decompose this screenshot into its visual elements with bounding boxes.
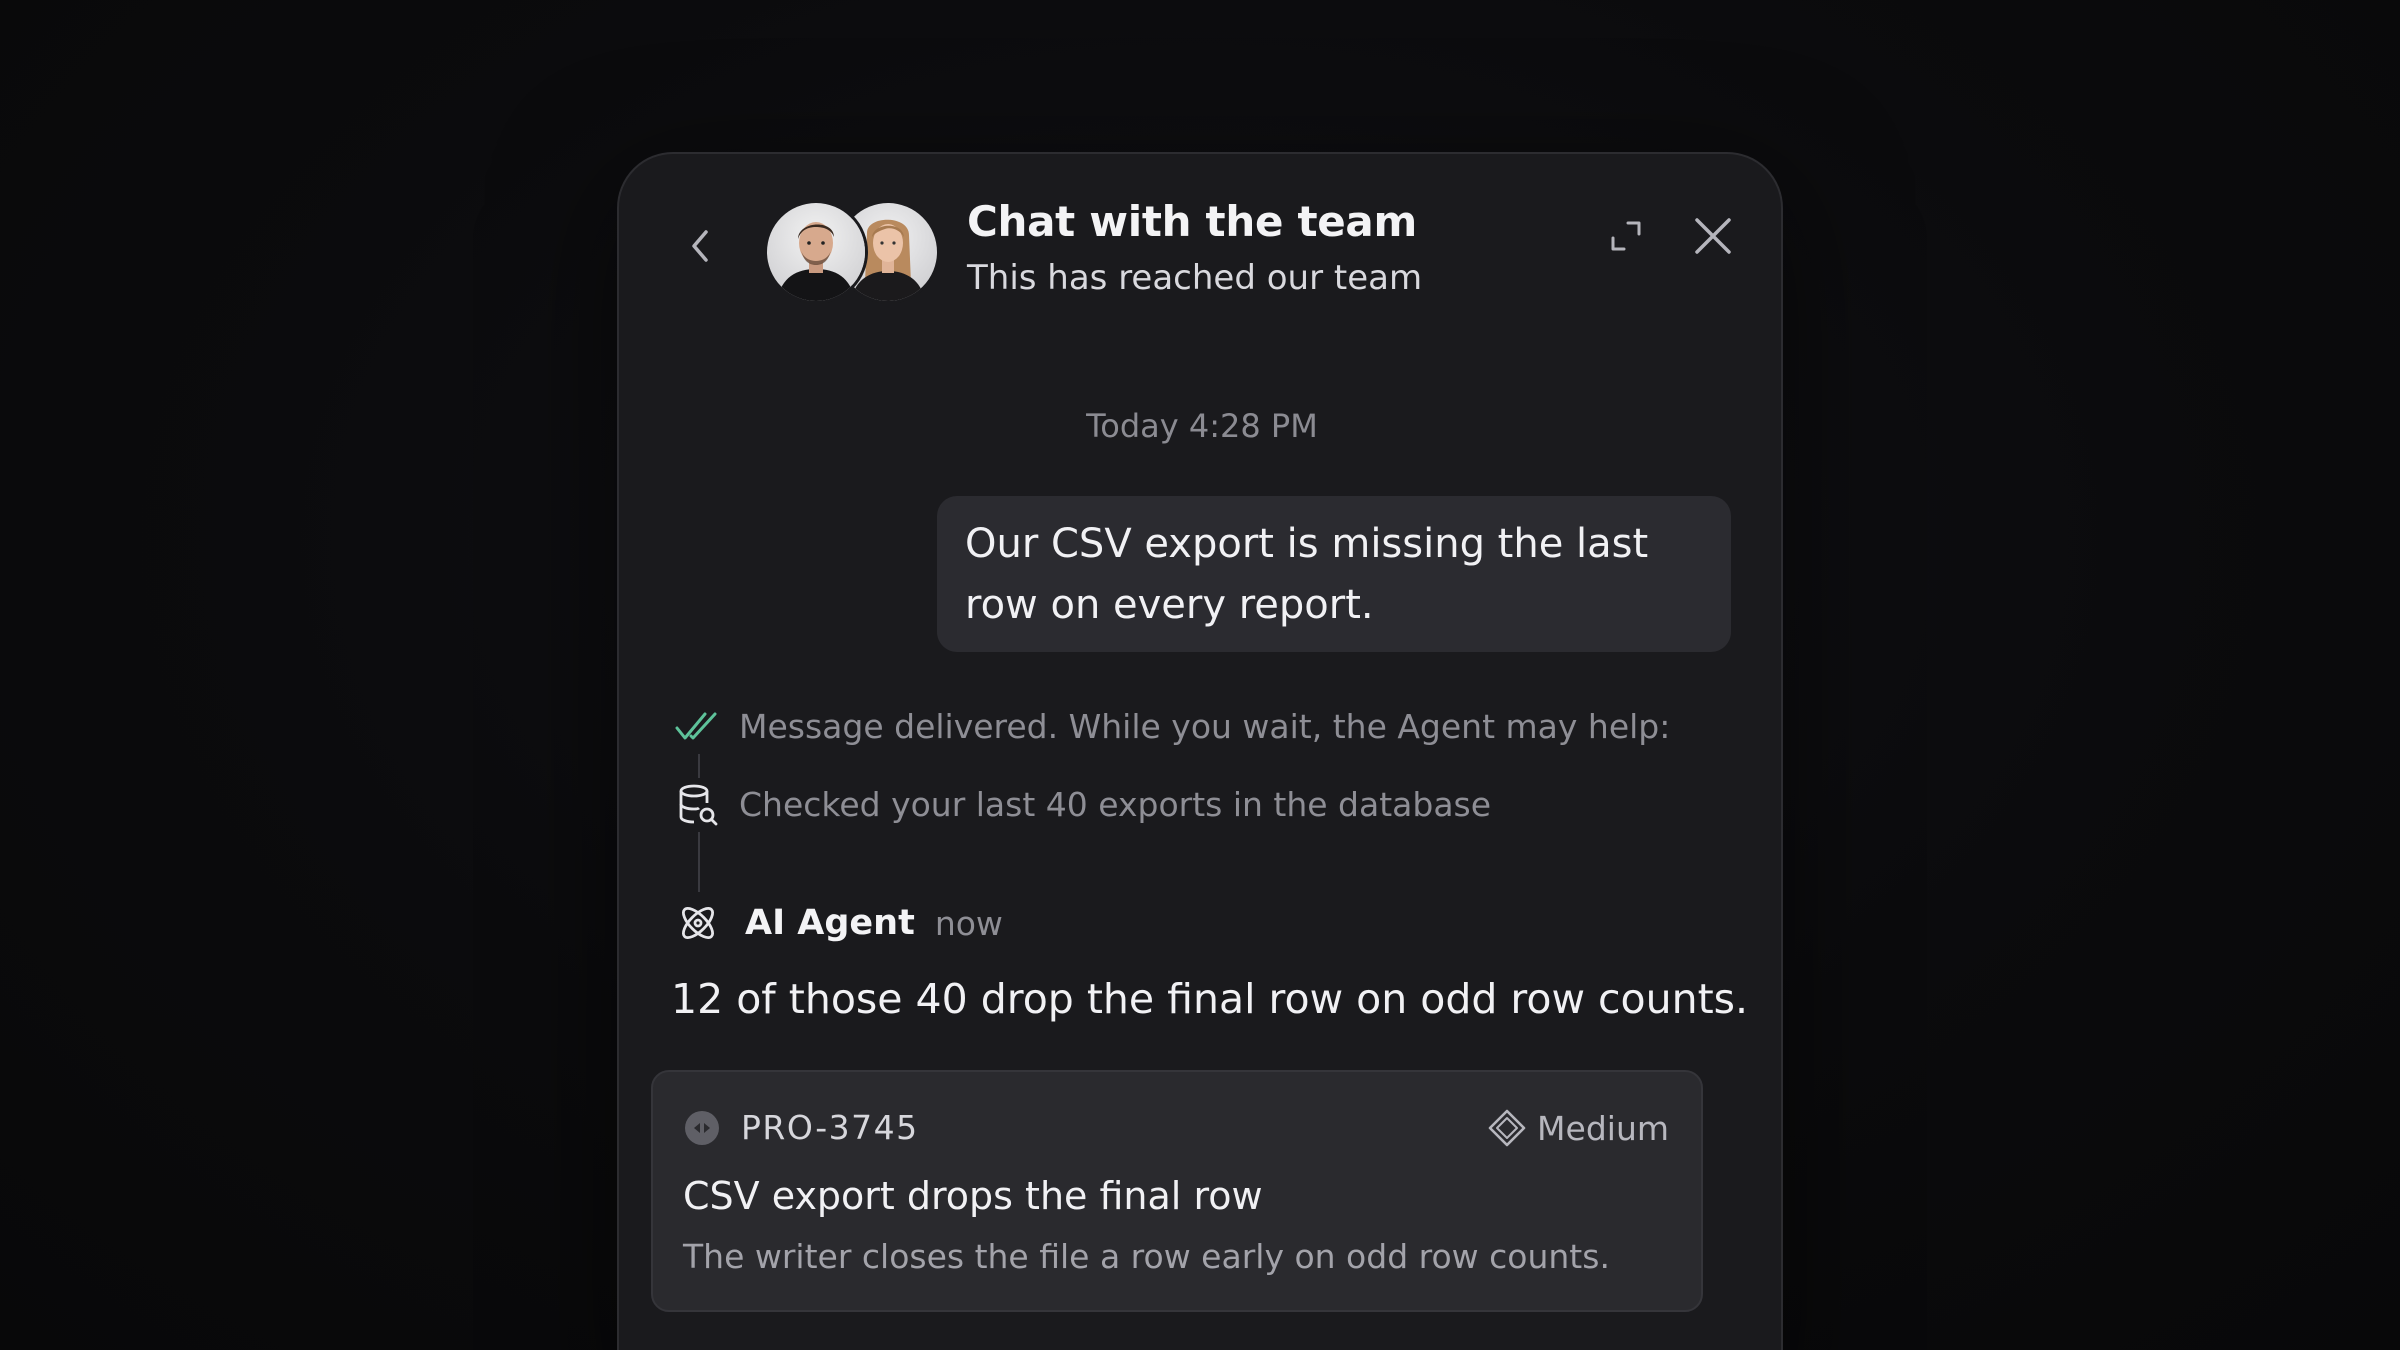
chat-subtitle: This has reached our team bbox=[967, 258, 1423, 298]
back-button[interactable] bbox=[679, 224, 723, 268]
close-icon bbox=[1695, 218, 1731, 254]
ticket-title: CSV export drops the final row bbox=[683, 1174, 1263, 1218]
expand-button[interactable] bbox=[1604, 214, 1648, 258]
chevron-left-icon bbox=[692, 230, 708, 262]
priority-label: Medium bbox=[1537, 1108, 1669, 1148]
ticket-card[interactable]: PRO-3745 Medium CSV export drops the fin… bbox=[651, 1070, 1703, 1312]
chat-panel: Chat with the team This has reached our … bbox=[617, 152, 1783, 1350]
delivery-status: Message delivered. While you wait, the A… bbox=[671, 700, 1670, 754]
expand-icon bbox=[1611, 221, 1641, 251]
ticket-description: The writer closes the file a row early o… bbox=[683, 1237, 1610, 1276]
agent-step-text: Checked your last 40 exports in the data… bbox=[739, 785, 1492, 824]
close-button[interactable] bbox=[1687, 210, 1739, 262]
stage: Chat with the team This has reached our … bbox=[0, 0, 2400, 1350]
diamond-icon bbox=[1488, 1109, 1526, 1147]
agent-time: now bbox=[934, 903, 1003, 943]
agent-name: AI Agent bbox=[745, 903, 915, 943]
avatar bbox=[764, 200, 868, 304]
ticket-id: PRO-3745 bbox=[741, 1108, 919, 1147]
issue-status-icon bbox=[685, 1110, 719, 1145]
user-message-bubble: Our CSV export is missing the last row o… bbox=[937, 496, 1731, 652]
double-check-icon bbox=[671, 700, 725, 754]
chat-title: Chat with the team bbox=[967, 197, 1417, 246]
header-text: Chat with the team This has reached our … bbox=[967, 196, 1422, 302]
agent-message: 12 of those 40 drop the final row on odd… bbox=[671, 975, 1749, 1023]
ai-agent-icon bbox=[671, 896, 725, 950]
team-avatars bbox=[764, 200, 944, 304]
agent-step: Checked your last 40 exports in the data… bbox=[671, 778, 1491, 832]
database-search-icon bbox=[671, 778, 725, 832]
agent-header: AI Agent now bbox=[671, 896, 1003, 950]
ticket-header: PRO-3745 bbox=[683, 1108, 919, 1147]
priority-badge: Medium bbox=[1487, 1108, 1669, 1148]
delivery-status-text: Message delivered. While you wait, the A… bbox=[739, 707, 1671, 746]
message-timestamp: Today 4:28 PM bbox=[1086, 407, 1318, 445]
